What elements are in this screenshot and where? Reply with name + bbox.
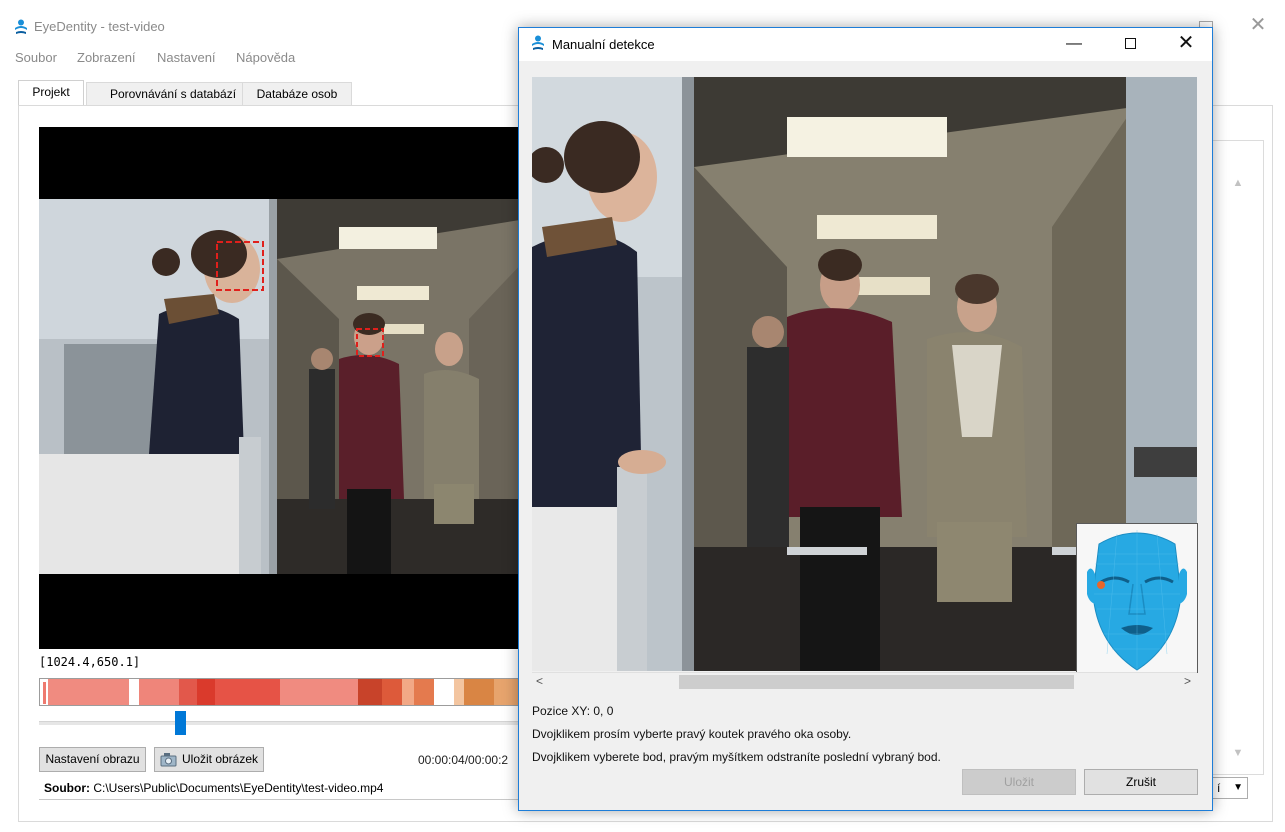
- file-label: Soubor:: [44, 781, 90, 795]
- instruction-text: Dvojklikem prosím vyberte pravý koutek p…: [532, 727, 852, 741]
- maximize-icon[interactable]: [1107, 28, 1153, 59]
- combo-value: í: [1217, 781, 1221, 795]
- horizontal-scrollbar[interactable]: < >: [532, 672, 1197, 690]
- cursor-coordinates: [1024.4,650.1]: [39, 655, 141, 669]
- save-button[interactable]: Uložit: [962, 769, 1076, 795]
- dialog-titlebar[interactable]: Manualní detekce — ✕: [519, 28, 1212, 61]
- cancel-button[interactable]: Zrušit: [1084, 769, 1198, 795]
- app-logo-icon: [532, 35, 544, 50]
- chevron-up-icon[interactable]: ▲: [1229, 175, 1247, 191]
- file-path: C:\Users\Public\Documents\EyeDentity\tes…: [93, 781, 384, 795]
- menu-napoveda[interactable]: Nápověda: [236, 50, 295, 65]
- face-detection-box[interactable]: [217, 242, 263, 290]
- detection-timeline[interactable]: [39, 678, 526, 706]
- menu-nastaveni[interactable]: Nastavení: [157, 50, 216, 65]
- close-button[interactable]: ✕: [1244, 12, 1272, 38]
- right-combo-box[interactable]: í ▼: [1212, 777, 1248, 799]
- video-player[interactable]: [39, 127, 526, 649]
- menu-soubor[interactable]: Soubor: [15, 50, 57, 65]
- tab-projekt[interactable]: Projekt: [18, 80, 84, 107]
- position-readout: Pozice XY: 0, 0: [532, 704, 614, 718]
- dialog-title: Manualní detekce: [552, 37, 655, 52]
- file-path-row: Soubor: C:\Users\Public\Documents\EyeDen…: [39, 778, 526, 800]
- app-logo-icon: [15, 19, 27, 34]
- minimize-icon[interactable]: —: [1051, 28, 1097, 59]
- manual-detection-dialog: Manualní detekce — ✕ < > Pozice XY: 0, 0…: [518, 27, 1213, 811]
- scroll-left-icon[interactable]: <: [536, 674, 543, 688]
- selected-point-marker: [1097, 581, 1105, 589]
- close-icon[interactable]: ✕: [1163, 28, 1209, 59]
- video-frame: [39, 199, 526, 574]
- save-image-icon: [160, 753, 177, 767]
- scroll-right-icon[interactable]: >: [1184, 674, 1191, 688]
- playback-time: 00:00:04/00:00:2: [418, 753, 509, 767]
- chevron-down-icon: ▼: [1233, 782, 1243, 793]
- image-settings-button[interactable]: Nastavení obrazu: [39, 747, 146, 772]
- video-slider-thumb[interactable]: [174, 711, 186, 735]
- chevron-down-icon[interactable]: ▼: [1229, 745, 1247, 761]
- window-title: EyeDentity - test-video: [34, 19, 165, 34]
- save-image-label: Uložit obrázek: [181, 752, 259, 766]
- face-model-preview: [1076, 523, 1198, 673]
- tab-porovnavani[interactable]: Porovnávání s databází: [86, 82, 260, 106]
- video-slider-track[interactable]: [39, 721, 526, 725]
- right-scrollbar[interactable]: ▲ ▼: [1229, 175, 1247, 765]
- menu-zobrazeni[interactable]: Zobrazení: [77, 50, 136, 65]
- help-text: Dvojklikem vyberete bod, pravým myšítkem…: [532, 750, 941, 764]
- scrollbar-thumb[interactable]: [679, 675, 1074, 689]
- save-image-button[interactable]: Uložit obrázek: [154, 747, 264, 772]
- tab-databaze-osob[interactable]: Databáze osob: [242, 82, 352, 106]
- face-detection-box[interactable]: [357, 329, 383, 356]
